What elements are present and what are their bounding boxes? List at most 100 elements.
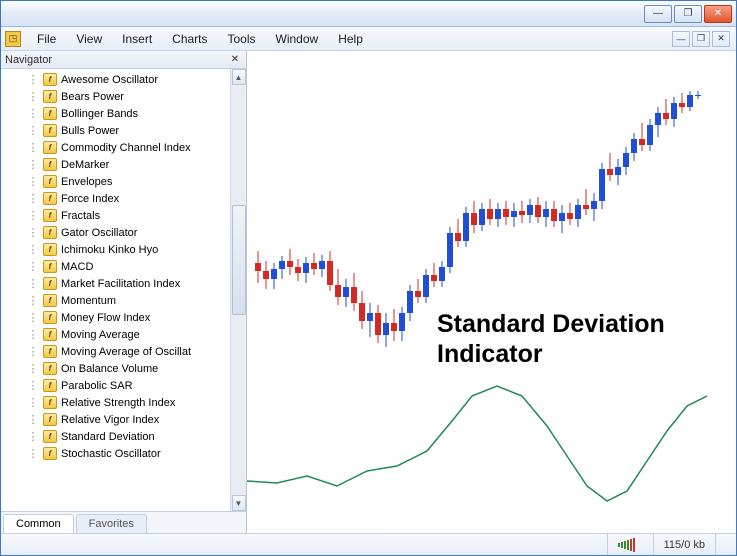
app-icon: ◳ — [5, 31, 21, 47]
tree-line-icon: ⋮ — [23, 260, 43, 273]
indicator-fx-icon: f — [43, 311, 57, 324]
indicator-label: Relative Vigor Index — [61, 414, 159, 426]
window-maximize-button[interactable]: ❐ — [674, 5, 702, 23]
indicator-item[interactable]: ⋮fMoving Average — [1, 326, 230, 343]
tree-line-icon: ⋮ — [23, 90, 43, 103]
indicator-label: Bears Power — [61, 91, 124, 103]
indicator-fx-icon: f — [43, 90, 57, 103]
indicator-label: Moving Average of Oscillat — [61, 346, 191, 358]
indicator-item[interactable]: ⋮f Envelopes — [1, 173, 230, 190]
tree-line-icon: ⋮ — [23, 124, 43, 137]
indicator-fx-icon: f — [43, 345, 57, 358]
indicator-item[interactable]: ⋮fCommodity Channel Index — [1, 139, 230, 156]
scroll-thumb[interactable] — [232, 205, 246, 315]
window-close-button[interactable]: ✕ — [704, 5, 732, 23]
window-minimize-button[interactable]: — — [644, 5, 672, 23]
indicator-label: DeMarker — [61, 159, 109, 171]
tab-favorites[interactable]: Favorites — [76, 514, 147, 533]
mdi-close-button[interactable]: ✕ — [712, 31, 730, 47]
indicator-label: Bulls Power — [61, 125, 119, 137]
indicator-label: On Balance Volume — [61, 363, 158, 375]
menu-help[interactable]: Help — [328, 29, 373, 49]
indicator-item[interactable]: ⋮fGator Oscillator — [1, 224, 230, 241]
indicator-label: Bollinger Bands — [61, 108, 138, 120]
indicator-fx-icon: f — [43, 260, 57, 273]
indicator-fx-icon: f — [43, 175, 57, 188]
chart-canvas — [247, 51, 736, 533]
tree-line-icon: ⋮ — [23, 107, 43, 120]
indicator-fx-icon: f — [43, 362, 57, 375]
indicator-label: Ichimoku Kinko Hyo — [61, 244, 158, 256]
body-split: Navigator ✕ ⋮fAwesome Oscillator⋮fBears … — [1, 51, 736, 533]
indicator-label: Fractals — [61, 210, 100, 222]
navigator-tree[interactable]: ⋮fAwesome Oscillator⋮fBears Power⋮fBolli… — [1, 69, 230, 511]
chart-annotation-line2: Indicator — [437, 339, 665, 369]
indicator-label: Moving Average — [61, 329, 140, 341]
indicator-item[interactable]: ⋮fOn Balance Volume — [1, 360, 230, 377]
indicator-item[interactable]: ⋮f MACD — [1, 258, 230, 275]
app-window: — ❐ ✕ ◳ FileViewInsertChartsToolsWindowH… — [0, 0, 737, 556]
navigator-panel: Navigator ✕ ⋮fAwesome Oscillator⋮fBears … — [1, 51, 247, 533]
scroll-down-arrow-icon[interactable]: ▼ — [232, 495, 246, 511]
indicator-fx-icon: f — [43, 447, 57, 460]
indicator-item[interactable]: ⋮f Bears Power — [1, 88, 230, 105]
indicator-label: MACD — [61, 261, 93, 273]
menu-file[interactable]: File — [27, 29, 66, 49]
menu-view[interactable]: View — [66, 29, 112, 49]
tree-line-icon: ⋮ — [23, 243, 43, 256]
mdi-restore-button[interactable]: ❐ — [692, 31, 710, 47]
tree-line-icon: ⋮ — [23, 175, 43, 188]
indicator-label: Envelopes — [61, 176, 112, 188]
indicator-label: Stochastic Oscillator — [61, 448, 161, 460]
tree-line-icon: ⋮ — [23, 413, 43, 426]
menu-tools[interactable]: Tools — [218, 29, 266, 49]
indicator-item[interactable]: ⋮fRelative Strength Index — [1, 394, 230, 411]
menu-insert[interactable]: Insert — [112, 29, 162, 49]
tab-common[interactable]: Common — [3, 514, 74, 533]
indicator-fx-icon: f — [43, 294, 57, 307]
indicator-item[interactable]: ⋮fMoney Flow Index — [1, 309, 230, 326]
indicator-item[interactable]: ⋮fDeMarker — [1, 156, 230, 173]
indicator-label: Parabolic SAR — [61, 380, 133, 392]
chart-annotation: Standard Deviation Indicator — [437, 309, 665, 369]
indicator-fx-icon: f — [43, 107, 57, 120]
tree-line-icon: ⋮ — [23, 226, 43, 239]
indicator-item[interactable]: ⋮f Relative Vigor Index — [1, 411, 230, 428]
indicator-item[interactable]: ⋮fMarket Facilitation Index — [1, 275, 230, 292]
menu-window[interactable]: Window — [266, 29, 329, 49]
indicator-fx-icon: f — [43, 277, 57, 290]
chart-area[interactable]: Standard Deviation Indicator — [247, 51, 736, 533]
indicator-item[interactable]: ⋮fAwesome Oscillator — [1, 71, 230, 88]
indicator-label: Force Index — [61, 193, 119, 205]
indicator-item[interactable]: ⋮fMoving Average of Oscillat — [1, 343, 230, 360]
connection-bars-icon — [607, 534, 645, 555]
indicator-item[interactable]: ⋮fParabolic SAR — [1, 377, 230, 394]
indicator-fx-icon: f — [43, 124, 57, 137]
indicator-item[interactable]: ⋮f Ichimoku Kinko Hyo — [1, 241, 230, 258]
indicator-label: Market Facilitation Index — [61, 278, 180, 290]
tree-line-icon: ⋮ — [23, 430, 43, 443]
indicator-item[interactable]: ⋮f Bulls Power — [1, 122, 230, 139]
indicator-item[interactable]: ⋮fForce Index — [1, 190, 230, 207]
indicator-fx-icon: f — [43, 243, 57, 256]
tree-line-icon: ⋮ — [23, 379, 43, 392]
indicator-label: Commodity Channel Index — [61, 142, 191, 154]
indicator-fx-icon: f — [43, 192, 57, 205]
indicator-item[interactable]: ⋮fStochastic Oscillator — [1, 445, 230, 462]
indicator-item[interactable]: ⋮f Bollinger Bands — [1, 105, 230, 122]
navigator-scrollbar[interactable]: ▲ ▼ — [230, 69, 246, 511]
indicator-item[interactable]: ⋮fMomentum — [1, 292, 230, 309]
indicator-item[interactable]: ⋮fFractals — [1, 207, 230, 224]
menubar: ◳ FileViewInsertChartsToolsWindowHelp — … — [1, 27, 736, 51]
menu-charts[interactable]: Charts — [162, 29, 217, 49]
mdi-minimize-button[interactable]: — — [672, 31, 690, 47]
scroll-up-arrow-icon[interactable]: ▲ — [232, 69, 246, 85]
indicator-fx-icon: f — [43, 141, 57, 154]
indicator-fx-icon: f — [43, 73, 57, 86]
navigator-close-button[interactable]: ✕ — [228, 53, 242, 67]
indicator-fx-icon: f — [43, 413, 57, 426]
scroll-track[interactable] — [232, 85, 246, 495]
indicator-item[interactable]: ⋮fStandard Deviation — [1, 428, 230, 445]
tree-line-icon: ⋮ — [23, 73, 43, 86]
indicator-fx-icon: f — [43, 328, 57, 341]
